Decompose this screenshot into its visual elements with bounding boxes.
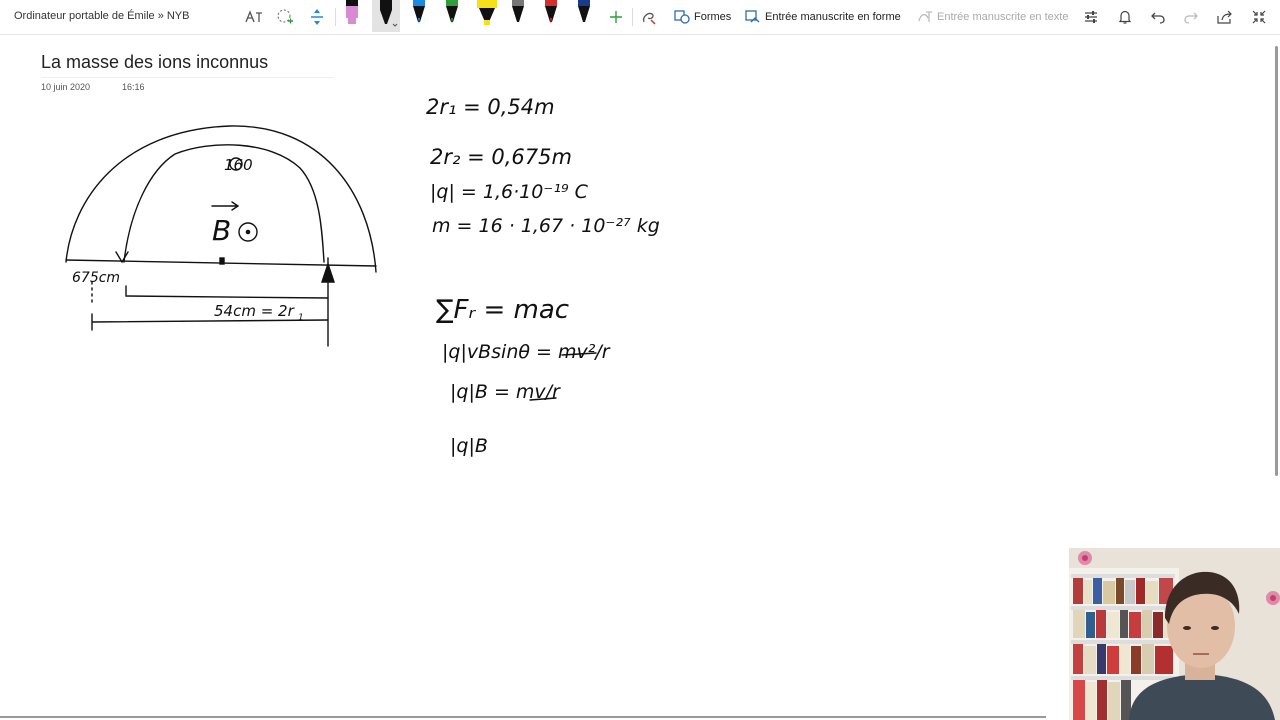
webcam-overlay [1069,548,1280,720]
equation-charge: |q| = 1,6·10⁻¹⁹ C [430,181,589,203]
equation-r2: 2r₂ = 0,675m [430,145,572,169]
equation-force: |q|vBsinθ = mv²/r [442,341,611,363]
equation-newton: ∑Fᵣ = maᴄ [436,295,569,325]
distance-subscript: 1 [298,313,304,323]
dimension-line-2r1 [125,285,329,299]
equation-mass: m = 16 · 1,67 · 10⁻²⁷ kg [432,215,660,237]
equation-r1: 2r₁ = 0,54m [426,95,555,119]
field-vector-arrow [211,201,240,211]
outer-arc [65,125,377,273]
vertical-scrollbar[interactable] [1275,46,1278,476]
field-label: B [212,214,231,247]
left-distance-label: 675cm [72,270,120,286]
horizontal-scrollbar[interactable] [0,716,1046,718]
equation-partial: |q|B [450,435,488,457]
equation-simplified: |q|B = mv/r [450,381,561,403]
distance-label: 54cm = 2r [214,302,295,320]
angle-label: 160 [224,156,253,174]
